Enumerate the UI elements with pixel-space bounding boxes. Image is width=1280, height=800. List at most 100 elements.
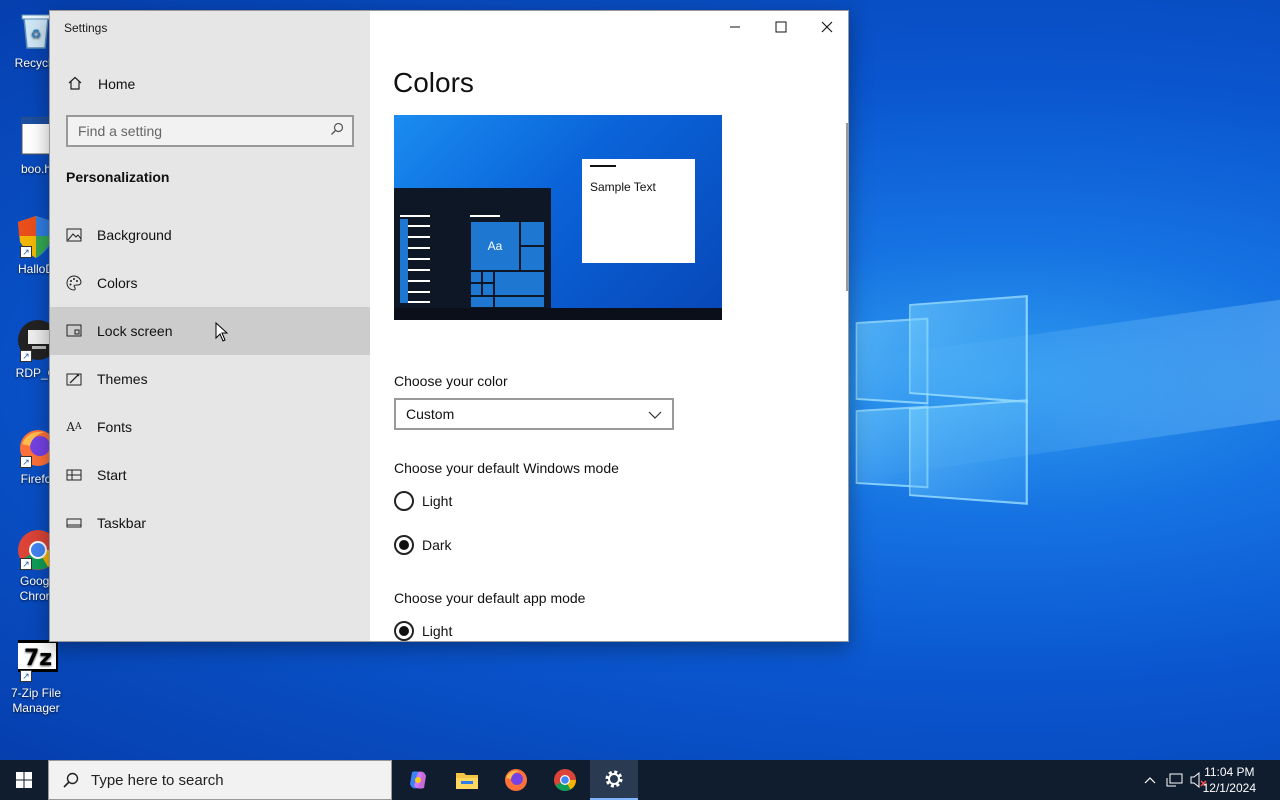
preview-tile	[520, 246, 545, 271]
windows-mode-light-radio[interactable]: Light	[394, 491, 452, 511]
taskbar-clock[interactable]: 11:04 PM 12/1/2024	[1203, 764, 1256, 796]
shortcut-arrow-icon: ↗	[20, 350, 32, 362]
home-icon	[68, 76, 82, 93]
preview-tile	[520, 221, 545, 246]
radio-label: Light	[422, 623, 453, 639]
taskbar: Type here to search 11:04 PM 12/1/2024	[0, 760, 1280, 800]
gear-icon	[605, 770, 623, 788]
preview-tile	[482, 283, 494, 296]
sidebar-item-lock-screen[interactable]: Lock screen	[50, 307, 370, 355]
preview-tile	[470, 296, 494, 308]
fonts-icon: AA	[66, 420, 82, 434]
preview-line	[400, 215, 430, 217]
preview-line	[408, 225, 430, 227]
clock-time: 11:04 PM	[1204, 765, 1255, 779]
content-pane: Colors Aa Sample Text Choose your color …	[370, 11, 848, 641]
desktop-icon-7zip[interactable]: 7z ↗ 7-Zip File Manager	[4, 638, 68, 716]
show-hidden-icons-button[interactable]	[1140, 760, 1160, 800]
radio-label: Dark	[422, 537, 452, 553]
start-button[interactable]	[0, 760, 48, 800]
windows-mode-dark-radio[interactable]: Dark	[394, 535, 452, 555]
sidebar-item-fonts[interactable]: AA Fonts	[50, 403, 370, 451]
chrome-icon	[554, 769, 576, 791]
close-button[interactable]	[804, 11, 848, 43]
search-input[interactable]	[78, 123, 330, 139]
preview-tile	[494, 271, 545, 296]
search-icon	[330, 122, 344, 141]
taskbar-file-explorer[interactable]	[443, 760, 491, 800]
taskbar-search-placeholder: Type here to search	[91, 771, 224, 789]
preview-tile: Aa	[470, 221, 520, 271]
network-button[interactable]	[1164, 760, 1186, 800]
sidebar-item-taskbar[interactable]: Taskbar	[50, 499, 370, 547]
sidebar-item-themes[interactable]: Themes	[50, 355, 370, 403]
chevron-down-icon	[648, 406, 662, 422]
radio-unchecked-icon	[394, 491, 414, 511]
lock-screen-icon	[66, 323, 82, 339]
shortcut-arrow-icon: ↗	[20, 670, 32, 682]
section-title: Personalization	[66, 169, 170, 185]
windows-wallpaper-logo	[850, 295, 1030, 505]
choose-color-value: Custom	[406, 406, 455, 422]
firefox-icon	[505, 769, 527, 791]
taskbar-copilot[interactable]	[394, 760, 442, 800]
sidebar-item-label: Themes	[97, 371, 148, 387]
clock-date: 12/1/2024	[1202, 781, 1256, 795]
chevron-up-icon	[1144, 777, 1156, 784]
minimize-button[interactable]	[712, 11, 758, 43]
network-icon	[1166, 773, 1183, 787]
windows-mode-label: Choose your default Windows mode	[394, 460, 619, 476]
minimize-icon	[730, 26, 740, 28]
taskbar-search[interactable]: Type here to search	[48, 760, 392, 800]
folder-icon	[456, 773, 478, 789]
themes-brush-icon	[66, 371, 82, 387]
taskbar-firefox[interactable]	[492, 760, 540, 800]
start-menu-icon	[66, 467, 82, 483]
preview-tile	[482, 271, 494, 283]
preview-line	[408, 258, 430, 260]
shortcut-arrow-icon: ↗	[20, 558, 32, 570]
taskbar-settings[interactable]	[590, 760, 638, 800]
mouse-cursor-icon	[215, 321, 229, 342]
shortcut-arrow-icon: ↗	[20, 246, 32, 258]
close-icon	[821, 21, 833, 33]
preview-tile	[494, 296, 545, 308]
preview-start-sidebar	[400, 219, 408, 303]
choose-color-dropdown[interactable]: Custom	[394, 398, 674, 430]
sidebar-item-colors[interactable]: Colors	[50, 259, 370, 307]
svg-text:♻: ♻	[31, 27, 42, 41]
windows-logo-icon	[16, 772, 32, 788]
sidebar-item-label: Background	[97, 227, 172, 243]
sidebar-item-start[interactable]: Start	[50, 451, 370, 499]
sidebar-item-background[interactable]: Background	[50, 211, 370, 259]
find-setting-search[interactable]	[66, 115, 354, 147]
sidebar-home[interactable]: Home	[50, 67, 370, 101]
taskbar-chrome[interactable]	[541, 760, 589, 800]
preview-line	[408, 269, 430, 271]
sidebar-item-label: Colors	[97, 275, 138, 291]
page-title: Colors	[393, 67, 474, 98]
preview-line	[408, 301, 430, 303]
preview-tile	[470, 271, 482, 283]
sidebar-item-label: Taskbar	[97, 515, 147, 531]
choose-color-label: Choose your color	[394, 373, 508, 389]
sidebar-home-label: Home	[98, 76, 136, 92]
maximize-button[interactable]	[758, 11, 804, 43]
preview-line	[408, 291, 430, 293]
maximize-icon	[775, 21, 787, 33]
preview-line	[408, 236, 430, 238]
palette-icon	[66, 275, 82, 291]
copilot-icon	[410, 771, 426, 789]
preview-window-bar	[590, 165, 616, 167]
image-icon	[66, 227, 82, 243]
radio-label: Light	[422, 493, 453, 509]
svg-text:7z: 7z	[24, 646, 52, 671]
app-mode-label: Choose your default app mode	[394, 590, 586, 606]
preview-line	[408, 247, 430, 249]
radio-checked-icon	[394, 535, 414, 555]
sidebar-item-label: Start	[97, 467, 127, 483]
scrollbar[interactable]	[846, 123, 848, 291]
color-preview: Aa Sample Text	[394, 115, 722, 320]
7zip-icon: 7z ↗	[14, 638, 62, 682]
app-mode-light-radio[interactable]: Light	[394, 621, 452, 641]
